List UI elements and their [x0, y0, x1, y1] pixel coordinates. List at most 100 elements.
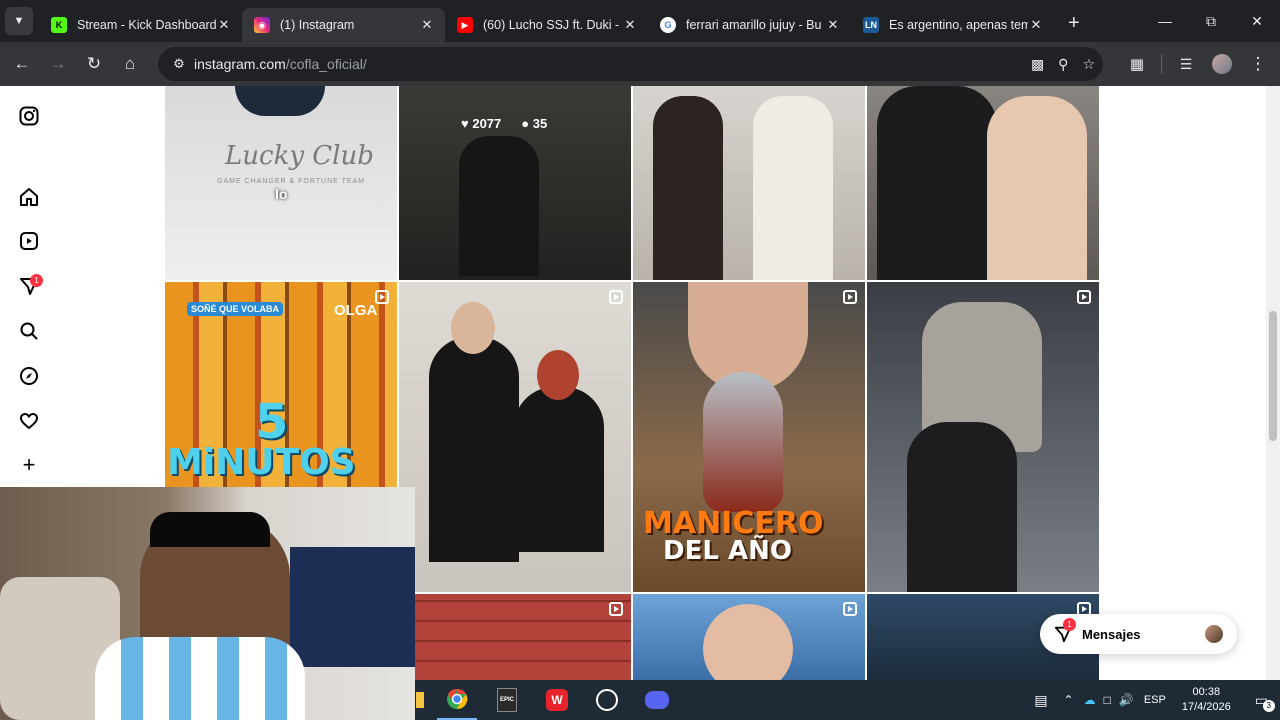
video-caption: lo — [275, 186, 288, 202]
reel-icon — [1077, 290, 1091, 304]
onedrive-icon[interactable]: ☁ — [1084, 693, 1096, 707]
reel-icon — [609, 290, 623, 304]
direct-icon: 1 — [1054, 618, 1076, 643]
tab-google[interactable]: G ferrari amarillo jujuy - Bu ✕ — [648, 8, 851, 42]
post-tile-dance[interactable] — [633, 86, 865, 280]
tile-text: Lucky Club — [225, 141, 374, 171]
tab-youtube[interactable]: ▶ (60) Lucho SSJ ft. Duki - I ✕ — [445, 8, 648, 42]
post-stats-overlay: ♥ 2077 ● 35 — [461, 116, 547, 131]
tab-title: ferrari amarillo jujuy - Bu — [686, 18, 822, 32]
install-app-icon[interactable]: ▩ — [1031, 56, 1044, 73]
head-left — [451, 302, 495, 354]
extensions-icon[interactable]: ▦ — [1119, 46, 1155, 82]
page-scrollbar[interactable] — [1266, 86, 1280, 680]
tile-subtext: GAME CHANGER & FORTUNE TEAM — [217, 178, 366, 185]
site-info-icon[interactable]: ⚙ — [164, 56, 194, 72]
obs-icon[interactable] — [587, 680, 627, 720]
tab-lanacion[interactable]: LN Es argentino, apenas tem ✕ — [851, 8, 1054, 42]
close-icon[interactable]: ✕ — [622, 17, 638, 33]
address-bar[interactable]: ⚙ instagram.com/cofla_oficial/ ▩ ⚲ ☆ — [158, 47, 1103, 81]
restore-button[interactable]: ⧉ — [1188, 0, 1234, 42]
tile-brand: OLGA — [334, 302, 378, 319]
reels-icon[interactable] — [18, 230, 40, 252]
tab-instagram[interactable]: ◉ (1) Instagram ✕ — [242, 8, 445, 42]
notification-center-icon[interactable]: ▭ 3 — [1255, 692, 1275, 712]
post-tile-couch[interactable] — [867, 86, 1099, 280]
epic-games-icon[interactable]: EPIC — [487, 680, 527, 720]
person-left — [653, 96, 723, 280]
network-icon[interactable]: □ — [1104, 693, 1111, 707]
tab-title: Stream - Kick Dashboard — [77, 18, 216, 32]
scrollbar-thumb[interactable] — [1269, 311, 1277, 441]
tab-title: (1) Instagram — [280, 18, 355, 32]
likes-count: ♥ 2077 — [461, 116, 502, 131]
close-icon[interactable]: ✕ — [825, 17, 841, 33]
post-tile-headphones[interactable] — [633, 594, 865, 680]
language-indicator[interactable]: ESP — [1144, 694, 1166, 706]
volume-icon[interactable]: 🔊 — [1119, 693, 1134, 707]
create-plus-icon[interactable]: + — [18, 452, 40, 477]
search-icon[interactable] — [18, 320, 40, 342]
back-button[interactable]: ← — [4, 46, 40, 82]
ln-icon: LN — [863, 17, 879, 33]
chevron-up-icon[interactable]: ⌃ — [1064, 693, 1074, 707]
explore-icon[interactable] — [18, 365, 40, 387]
new-tab-button[interactable]: + — [1068, 12, 1080, 35]
post-tile-manicero[interactable]: MANICERO DEL AÑO — [633, 282, 865, 592]
tab-title: (60) Lucho SSJ ft. Duki - I — [483, 18, 622, 32]
post-tile-gym[interactable] — [867, 282, 1099, 592]
bed — [290, 547, 415, 667]
person-right — [987, 96, 1087, 280]
post-tile-brick[interactable] — [415, 594, 631, 680]
tile-title-line2: DEL AÑO — [663, 536, 792, 566]
taskview-icon[interactable]: ▤ — [1034, 692, 1047, 709]
chrome-menu-icon[interactable]: ⋮ — [1240, 46, 1276, 82]
head-right — [537, 350, 579, 400]
person-right — [514, 387, 604, 552]
tab-title: Es argentino, apenas tem — [889, 18, 1028, 32]
profile-avatar[interactable] — [1204, 46, 1240, 82]
close-icon[interactable]: ✕ — [1028, 17, 1044, 33]
media-control-icon[interactable]: ☰ — [1168, 46, 1204, 82]
zoom-icon[interactable]: ⚲ — [1058, 56, 1068, 73]
minimize-button[interactable]: — — [1142, 0, 1188, 42]
person-front — [907, 422, 1017, 592]
clock[interactable]: 00:38 17/4/2026 — [1182, 685, 1231, 715]
argentina-jersey — [95, 637, 305, 720]
bookmark-star-icon[interactable]: ☆ — [1082, 56, 1095, 73]
kick-icon: K — [51, 17, 67, 33]
visor — [150, 512, 270, 547]
sweater-collar — [235, 86, 325, 116]
instagram-logo-icon[interactable] — [18, 105, 40, 127]
heart-icon[interactable] — [18, 410, 40, 432]
comments-count: ● 35 — [521, 116, 548, 131]
reel-icon — [843, 290, 857, 304]
file-explorer-icon[interactable] — [415, 680, 425, 720]
tab-kick[interactable]: K Stream - Kick Dashboard ✕ — [39, 8, 242, 42]
close-window-button[interactable]: ✕ — [1234, 0, 1280, 42]
forward-button[interactable]: → — [40, 46, 76, 82]
tab-search-button[interactable]: ▼ — [5, 7, 33, 35]
discord-icon[interactable] — [637, 680, 677, 720]
clock-time: 00:38 — [1192, 686, 1221, 698]
google-icon: G — [660, 17, 676, 33]
reel-icon — [375, 290, 389, 304]
reload-button[interactable]: ↻ — [76, 46, 112, 82]
home-icon[interactable] — [18, 186, 40, 208]
home-button[interactable]: ⌂ — [112, 46, 148, 82]
close-icon[interactable]: ✕ — [216, 17, 232, 33]
url-text[interactable]: instagram.com/cofla_oficial/ — [194, 56, 367, 72]
post-tile-lucky-club[interactable]: Lucky Club GAME CHANGER & FORTUNE TEAM l… — [165, 86, 397, 280]
trophy — [703, 372, 783, 512]
wps-office-icon[interactable]: W — [537, 680, 577, 720]
messages-drawer-button[interactable]: 1 Mensajes — [1040, 614, 1237, 654]
webcam-overlay — [0, 487, 415, 720]
close-icon[interactable]: ✕ — [419, 17, 435, 33]
person-right — [753, 96, 833, 280]
post-tile-hover[interactable]: ♥ 2077 ● 35 — [399, 86, 631, 280]
chrome-taskbar-icon[interactable] — [437, 680, 477, 720]
messages-badge: 1 — [1063, 618, 1076, 631]
post-tile-shirts[interactable] — [399, 282, 631, 592]
reel-icon — [609, 602, 623, 616]
clock-date: 17/4/2026 — [1181, 701, 1231, 713]
